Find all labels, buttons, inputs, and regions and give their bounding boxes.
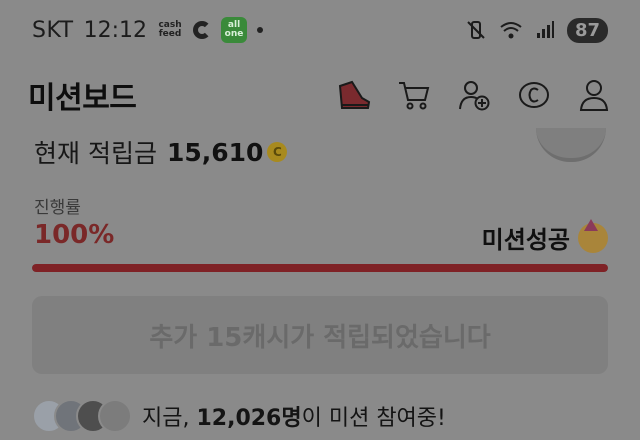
signal-icon: [536, 21, 554, 38]
participants-text: 지금, 12,026명이 미션 참여중!: [142, 400, 446, 432]
clock: 12:12: [83, 17, 148, 43]
copyright-cash-icon[interactable]: [516, 77, 552, 113]
profile-icon[interactable]: [576, 77, 612, 113]
page-title: 미션보드: [28, 81, 137, 116]
c-app-icon: [193, 21, 212, 39]
progress-bar: [32, 264, 608, 272]
add-user-icon[interactable]: [456, 77, 492, 113]
allone-icon: all one: [221, 17, 248, 43]
participants-prefix: 지금,: [142, 406, 197, 431]
participant-avatars: [32, 399, 132, 433]
claim-reward-button[interactable]: 추가 15캐시가 적립되었습니다: [32, 296, 608, 374]
app-header: 미션보드: [0, 62, 640, 128]
progress-label: 진행률: [34, 198, 81, 218]
points-label: 현재 적립금: [34, 139, 157, 168]
carrier-label: SKT: [32, 17, 74, 43]
character-illustration: [536, 128, 606, 162]
participants-count: 12,026명: [196, 406, 302, 431]
avatar: [98, 399, 132, 433]
points-value: 15,610: [166, 137, 264, 167]
cashfeed-icon: cash feed: [158, 20, 182, 39]
wifi-icon: [500, 22, 522, 39]
party-face-icon: [578, 218, 608, 253]
battery-indicator: 87: [566, 17, 608, 43]
current-points: 현재 적립금 15,610 C: [34, 132, 288, 172]
mission-success-label: 미션성공: [481, 226, 570, 254]
vibrate-mute-icon: [467, 21, 485, 39]
participants-row: 지금, 12,026명이 미션 참여중!: [32, 396, 446, 436]
mission-success: 미션성공: [481, 218, 608, 255]
cart-icon[interactable]: [396, 77, 432, 113]
status-bar: SKT 12:12 cash feed all one 87: [0, 0, 640, 60]
progress-percent: 100%: [34, 220, 115, 250]
participants-suffix: 이 미션 참여중!: [301, 406, 446, 431]
notification-dot-icon: [257, 27, 264, 33]
progress-bar-fill: [32, 264, 608, 272]
cash-coin-icon: C: [267, 142, 288, 162]
shoe-icon[interactable]: [336, 77, 372, 113]
